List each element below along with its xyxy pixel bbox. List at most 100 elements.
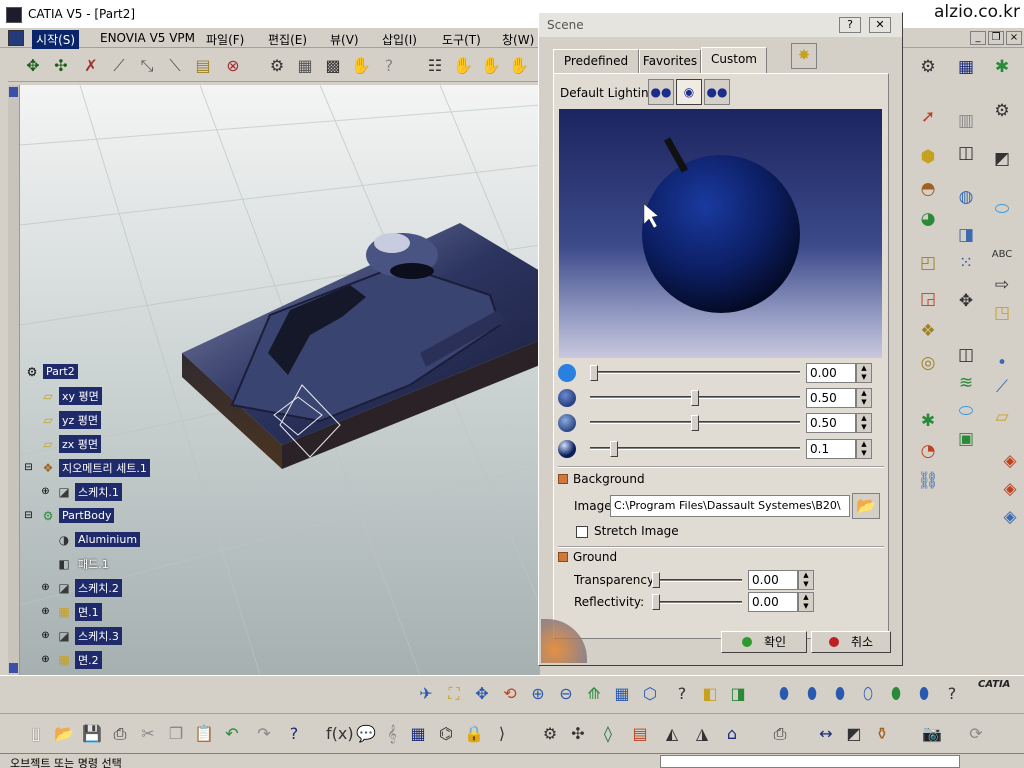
analysis-icon[interactable]: ✱: [915, 408, 941, 434]
print-icon[interactable]: ⎙: [108, 722, 132, 746]
tree-item-zx-plane[interactable]: ▱ zx 평면: [40, 434, 102, 453]
cut-icon[interactable]: ✂: [136, 722, 160, 746]
hand-icon[interactable]: ✋: [350, 55, 372, 77]
cylinder-view-icon[interactable]: ⬮: [772, 682, 796, 706]
render-light-icon[interactable]: ◈: [997, 476, 1023, 502]
annotation-icon[interactable]: ⇨: [989, 272, 1015, 298]
tree-item-face2[interactable]: ▦ 면.2: [56, 650, 102, 669]
reflectivity-spinner-icon[interactable]: ▲ ▼: [798, 592, 814, 612]
snap-icon[interactable]: ✗: [80, 55, 102, 77]
paste-icon[interactable]: 📋: [192, 722, 216, 746]
shell-icon[interactable]: ❖: [915, 318, 941, 344]
fillet-icon[interactable]: ◰: [915, 250, 941, 276]
specular-value-field[interactable]: 0.50: [806, 413, 856, 433]
settings-gear-icon[interactable]: ⚙: [538, 722, 562, 746]
material-library-icon[interactable]: ▤: [628, 722, 652, 746]
transparency-slider-track[interactable]: [652, 579, 742, 582]
point-icon[interactable]: •: [989, 350, 1015, 376]
copy-icon[interactable]: ❐: [164, 722, 188, 746]
light-tool-icon[interactable]: ◭: [660, 722, 684, 746]
tools-icon[interactable]: ⚙: [266, 55, 288, 77]
iso-view-icon[interactable]: ⬡: [638, 682, 662, 706]
lighting-one-light-icon[interactable]: ●●: [648, 79, 674, 105]
ambient-value-field[interactable]: 0.00: [806, 363, 856, 383]
swap-visible-icon[interactable]: ◨: [726, 682, 750, 706]
expander-icon[interactable]: ⊕: [41, 583, 50, 593]
line-icon[interactable]: ⟍: [164, 55, 186, 77]
delete-snap-icon[interactable]: ⊗: [222, 55, 244, 77]
select-arrow-icon[interactable]: ➚: [915, 104, 941, 130]
expander-icon[interactable]: ⊟: [24, 511, 33, 521]
expander-icon[interactable]: ⊕: [41, 631, 50, 641]
clipboard-icon[interactable]: ▦: [294, 55, 316, 77]
menu-edit[interactable]: 편집(E): [264, 30, 311, 49]
custom-view-icon[interactable]: ?: [940, 682, 964, 706]
reflectivity-slider-track[interactable]: [652, 601, 742, 604]
shininess-spinner-icon[interactable]: ▲ ▼: [856, 439, 872, 459]
parameter-icon[interactable]: ⟩: [490, 722, 514, 746]
axis-icon[interactable]: ⤡: [136, 55, 158, 77]
shade-icon[interactable]: ⬮: [800, 682, 824, 706]
chamfer-icon[interactable]: ◲: [915, 286, 941, 312]
knowledge-icon[interactable]: ⌬: [434, 722, 458, 746]
render-style-icon[interactable]: ?: [670, 682, 694, 706]
rotate-icon[interactable]: ✣: [50, 55, 72, 77]
design-table-icon[interactable]: 𝄞: [380, 722, 404, 746]
tree-item-face1[interactable]: ▦ 면.1: [56, 602, 102, 621]
camera-icon[interactable]: 📷: [920, 722, 944, 746]
hand2-icon[interactable]: ✋: [452, 55, 474, 77]
shade-edges-icon[interactable]: ⬮: [828, 682, 852, 706]
pad-tool-icon[interactable]: ⬢: [915, 144, 941, 170]
tree-item-xy-plane[interactable]: ▱ xy 평면: [40, 386, 102, 405]
expander-icon[interactable]: ⊕: [41, 607, 50, 617]
command-input[interactable]: [660, 755, 960, 768]
stretch-image-checkbox[interactable]: [576, 526, 588, 538]
cancel-button[interactable]: 취소: [811, 631, 891, 653]
minimize-icon[interactable]: _: [970, 31, 986, 45]
shininess-slider-track[interactable]: [590, 447, 800, 450]
rotate-view-icon[interactable]: ⟲: [498, 682, 522, 706]
tree-item-partbody[interactable]: ⚙ PartBody: [40, 507, 115, 524]
normal-view-icon[interactable]: ⟰: [582, 682, 606, 706]
menu-enovia[interactable]: ENOVIA V5 VPM: [96, 30, 199, 46]
ok-button[interactable]: 확인: [721, 631, 807, 653]
measure-icon[interactable]: ⟋: [108, 55, 130, 77]
workbench-icon[interactable]: ⚙: [915, 54, 941, 80]
plane-tool-icon[interactable]: ▱: [989, 404, 1015, 430]
transparency-slider-thumb[interactable]: [652, 572, 660, 588]
render-texture-icon[interactable]: ◈: [997, 504, 1023, 530]
tree-root-part2[interactable]: ⚙ Part2: [24, 363, 78, 380]
eraser-icon[interactable]: ⬭: [989, 196, 1015, 222]
new-file-icon[interactable]: ▯: [24, 722, 48, 746]
menu-view[interactable]: 뷰(V): [326, 30, 363, 49]
background-section-header[interactable]: Background: [558, 472, 645, 486]
connect-icon[interactable]: ⛓: [915, 468, 941, 494]
apply-material-icon[interactable]: ◩: [842, 722, 866, 746]
lighting-preview[interactable]: [559, 109, 882, 358]
environment-icon[interactable]: ⌂: [720, 722, 744, 746]
menu-start[interactable]: 시작(S): [32, 30, 80, 49]
comment-icon[interactable]: 💬: [354, 722, 378, 746]
analysis-tool-icon[interactable]: ✣: [566, 722, 590, 746]
table-icon[interactable]: ☷: [424, 55, 446, 77]
menu-window[interactable]: 창(W): [498, 30, 538, 49]
diffuse-slider-thumb[interactable]: [691, 390, 699, 406]
tree-item-aluminium[interactable]: ◑ Aluminium: [56, 531, 141, 548]
transform-icon[interactable]: ✥: [953, 288, 979, 314]
boolean-icon[interactable]: ◫: [953, 342, 979, 368]
menu-tools[interactable]: 도구(T): [438, 30, 485, 49]
surface-icon[interactable]: ◳: [989, 300, 1015, 326]
hide-show-icon[interactable]: ◧: [698, 682, 722, 706]
grid-icon[interactable]: ▦: [953, 54, 979, 80]
hidden-edges-icon[interactable]: ⬮: [884, 682, 908, 706]
sketcher-icon[interactable]: ✱: [989, 54, 1015, 80]
refresh-icon[interactable]: ⟳: [964, 722, 988, 746]
draft-icon[interactable]: ◩: [989, 146, 1015, 172]
tab-favorites[interactable]: Favorites: [639, 49, 701, 73]
tree-item-sketch3[interactable]: ◪ 스케치.3: [56, 626, 122, 645]
background-image-path-input[interactable]: C:\Program Files\Dassault Systemes\B20\: [610, 495, 850, 517]
line-tool-icon[interactable]: ⟋: [989, 374, 1015, 400]
tree-item-sketch2[interactable]: ◪ 스케치.2: [56, 578, 122, 597]
document-icon[interactable]: [8, 30, 24, 46]
close-window-icon[interactable]: ×: [1006, 31, 1022, 45]
